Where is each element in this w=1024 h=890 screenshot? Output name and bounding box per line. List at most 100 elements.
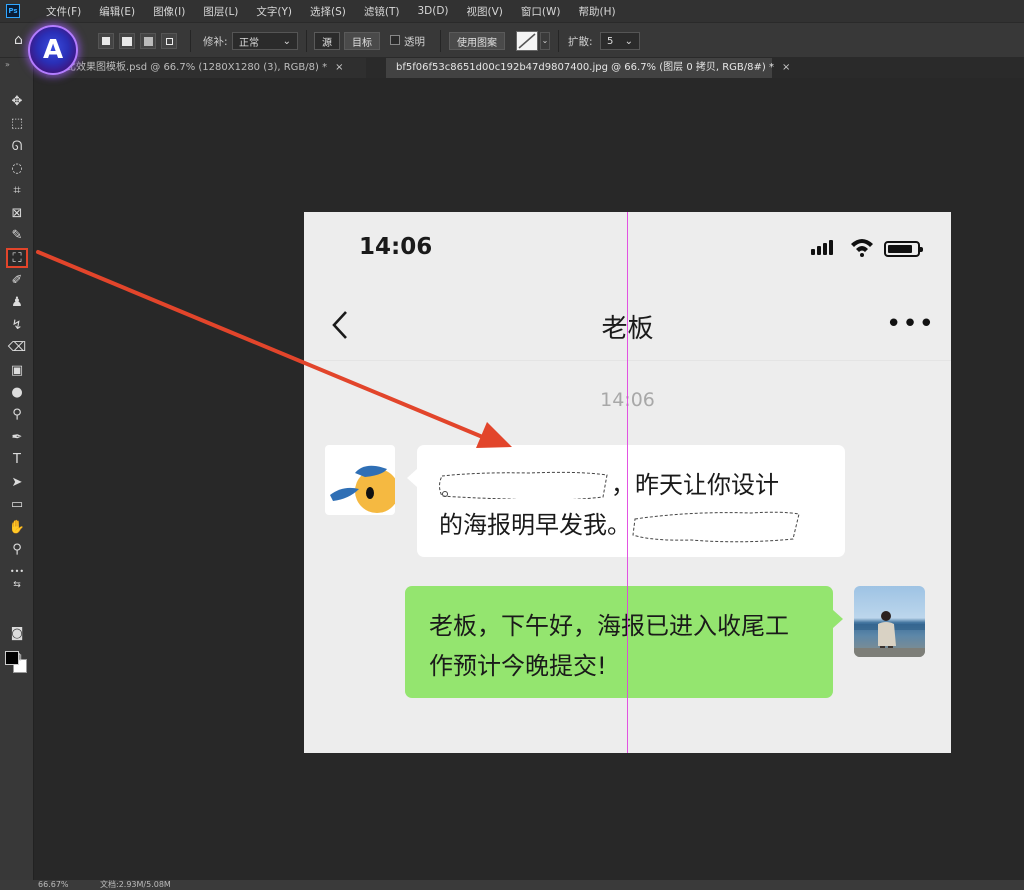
diffusion-value: 5 — [607, 35, 614, 47]
shape-tool[interactable]: ▭ — [6, 494, 28, 514]
redacted-text-selection — [632, 511, 800, 543]
menu-filter[interactable]: 滤镜(T) — [355, 4, 409, 19]
pen-tool[interactable]: ✒ — [6, 427, 28, 447]
eraser-tool[interactable]: ⌫ — [6, 337, 28, 357]
diffusion-select[interactable]: 5 ⌄ — [600, 32, 640, 50]
marquee-icon: ⬚ — [10, 115, 24, 131]
crop-icon: ⌗ — [13, 182, 21, 198]
lasso-tool[interactable]: ᘏ — [6, 136, 28, 156]
zoom-level[interactable]: 66.67% — [38, 880, 69, 890]
zoom-icon: ⚲ — [12, 541, 22, 557]
vertical-guide-line[interactable] — [627, 212, 628, 753]
tab-template-psd[interactable]: 对比效果图模板.psd @ 66.7% (1280X1280 (3), RGB/… — [46, 58, 366, 78]
menu-type[interactable]: 文字(Y) — [247, 4, 301, 19]
patch-tool[interactable]: ⛶ — [6, 248, 28, 268]
diffusion-label: 扩散: — [568, 36, 593, 48]
move-tool[interactable]: ✥ — [6, 91, 28, 111]
brush-tool[interactable]: ✐ — [6, 270, 28, 290]
menu-image[interactable]: 图像(I) — [144, 4, 194, 19]
frame-tool[interactable]: ⊠ — [6, 203, 28, 223]
subtract-selection-button[interactable] — [140, 33, 156, 49]
repair-mode-value: 正常 — [239, 37, 259, 49]
transparent-checkbox[interactable] — [390, 35, 400, 45]
pattern-dropdown-icon[interactable]: ⌄ — [540, 32, 550, 50]
options-separator — [440, 30, 441, 52]
add-selection-button[interactable] — [119, 33, 135, 49]
photoshop-logo-icon[interactable]: Ps — [6, 4, 20, 18]
path-select-tool[interactable]: ➤ — [6, 472, 28, 492]
menu-3d[interactable]: 3D(D) — [408, 5, 457, 17]
tab-active-jpg[interactable]: bf5f06f53c8651d00c192b47d9807400.jpg @ 6… — [386, 58, 790, 78]
close-icon[interactable]: × — [335, 62, 343, 73]
menu-select[interactable]: 选择(S) — [301, 4, 355, 19]
menu-file[interactable]: 文件(F) — [28, 4, 90, 19]
sent-message-text: 老板，下午好，海报已进入收尾工作预计今晚提交! — [429, 612, 789, 680]
redacted-name-selection — [439, 471, 608, 499]
pattern-swatch[interactable] — [516, 31, 538, 51]
tools-panel: » ⇆ ◙ ⧉ ✥⬚ᘏ◌⌗⊠✎⛶✐♟↯⌫▣●⚲✒T➤▭✋⚲••• — [0, 58, 34, 880]
repair-mode-select[interactable]: 正常 ⌄ — [232, 32, 298, 50]
crop-tool[interactable]: ⌗ — [6, 180, 28, 200]
hand-tool[interactable]: ✋ — [6, 517, 28, 537]
gradient-tool[interactable]: ▣ — [6, 360, 28, 380]
wifi-icon — [851, 239, 873, 257]
received-message-bubble: ，昨天让你设计 的海报明早发我。 — [407, 445, 845, 557]
tab-label: bf5f06f53c8651d00c192b47d9807400.jpg @ 6… — [396, 62, 774, 73]
pen-icon: ✒ — [11, 429, 23, 445]
options-separator — [558, 30, 559, 52]
history-brush-icon: ↯ — [11, 317, 23, 333]
close-icon[interactable]: × — [782, 62, 790, 73]
battery-icon — [884, 241, 923, 257]
message-text-suffix: ，昨天让你设计 — [611, 471, 779, 499]
eyedropper-icon: ✎ — [11, 227, 23, 243]
status-bar: 66.67% 文档:2.93M/5.08M — [0, 880, 1024, 890]
selection-mode-group — [98, 33, 177, 49]
options-bar: ⌂ A 修补: 正常 ⌄ 源 目标 透明 使用图案 ⌄ 扩散: 5 ⌄ — [0, 22, 1024, 75]
intersect-selection-button[interactable] — [161, 33, 177, 49]
brush-icon: ✐ — [11, 272, 23, 288]
menu-window[interactable]: 窗口(W) — [512, 4, 570, 19]
source-button[interactable]: 源 — [314, 32, 340, 50]
history-brush-tool[interactable]: ↯ — [6, 315, 28, 335]
app-badge-logo: A — [28, 25, 78, 75]
more-options-icon[interactable]: ••• — [886, 311, 935, 337]
blur-icon: ● — [11, 384, 23, 400]
pattern-slash-icon — [518, 33, 536, 49]
target-button[interactable]: 目标 — [344, 32, 380, 50]
menu-edit[interactable]: 编辑(E) — [90, 4, 144, 19]
quick-select-icon: ◌ — [11, 160, 23, 176]
dodge-icon: ⚲ — [12, 406, 22, 422]
quick-mask-icon[interactable]: ◙ — [6, 623, 28, 643]
menu-view[interactable]: 视图(V) — [458, 4, 512, 19]
patch-icon: ⛶ — [12, 250, 22, 266]
options-separator — [190, 30, 191, 52]
rectangle-icon: ▭ — [10, 496, 24, 512]
use-pattern-button[interactable]: 使用图案 — [449, 32, 505, 50]
duck-cartoon-icon — [330, 465, 395, 513]
path-select-icon: ➤ — [11, 474, 23, 490]
type-tool[interactable]: T — [6, 449, 28, 469]
sent-message-bubble: 老板，下午好，海报已进入收尾工作预计今晚提交! — [405, 586, 843, 698]
person-photo-icon — [854, 611, 925, 657]
eyedropper-tool[interactable]: ✎ — [6, 225, 28, 245]
blur-tool[interactable]: ● — [6, 382, 28, 402]
menu-layer[interactable]: 图层(L) — [194, 4, 247, 19]
dodge-tool[interactable]: ⚲ — [6, 404, 28, 424]
panel-grip-icon[interactable]: » — [5, 60, 10, 69]
marquee-tool[interactable]: ⬚ — [6, 113, 28, 133]
menu-help[interactable]: 帮助(H) — [570, 4, 625, 19]
more-tools[interactable]: ••• — [6, 561, 28, 581]
frame-icon: ⊠ — [11, 205, 23, 221]
ellipsis-icon: ••• — [9, 566, 25, 576]
cell-signal-icon — [811, 240, 833, 255]
hand-icon: ✋ — [8, 519, 26, 535]
user-avatar — [854, 586, 925, 657]
zoom-tool[interactable]: ⚲ — [6, 539, 28, 559]
foreground-color-swatch[interactable] — [5, 651, 19, 665]
quick-select-tool[interactable]: ◌ — [6, 158, 28, 178]
new-selection-button[interactable] — [98, 33, 114, 49]
stamp-tool[interactable]: ♟ — [6, 292, 28, 312]
options-separator — [306, 30, 307, 52]
document-tab-bar: 对比效果图模板.psd @ 66.7% (1280X1280 (3), RGB/… — [34, 58, 1024, 78]
menu-bar: Ps 文件(F) 编辑(E) 图像(I) 图层(L) 文字(Y) 选择(S) 滤… — [0, 0, 1024, 22]
